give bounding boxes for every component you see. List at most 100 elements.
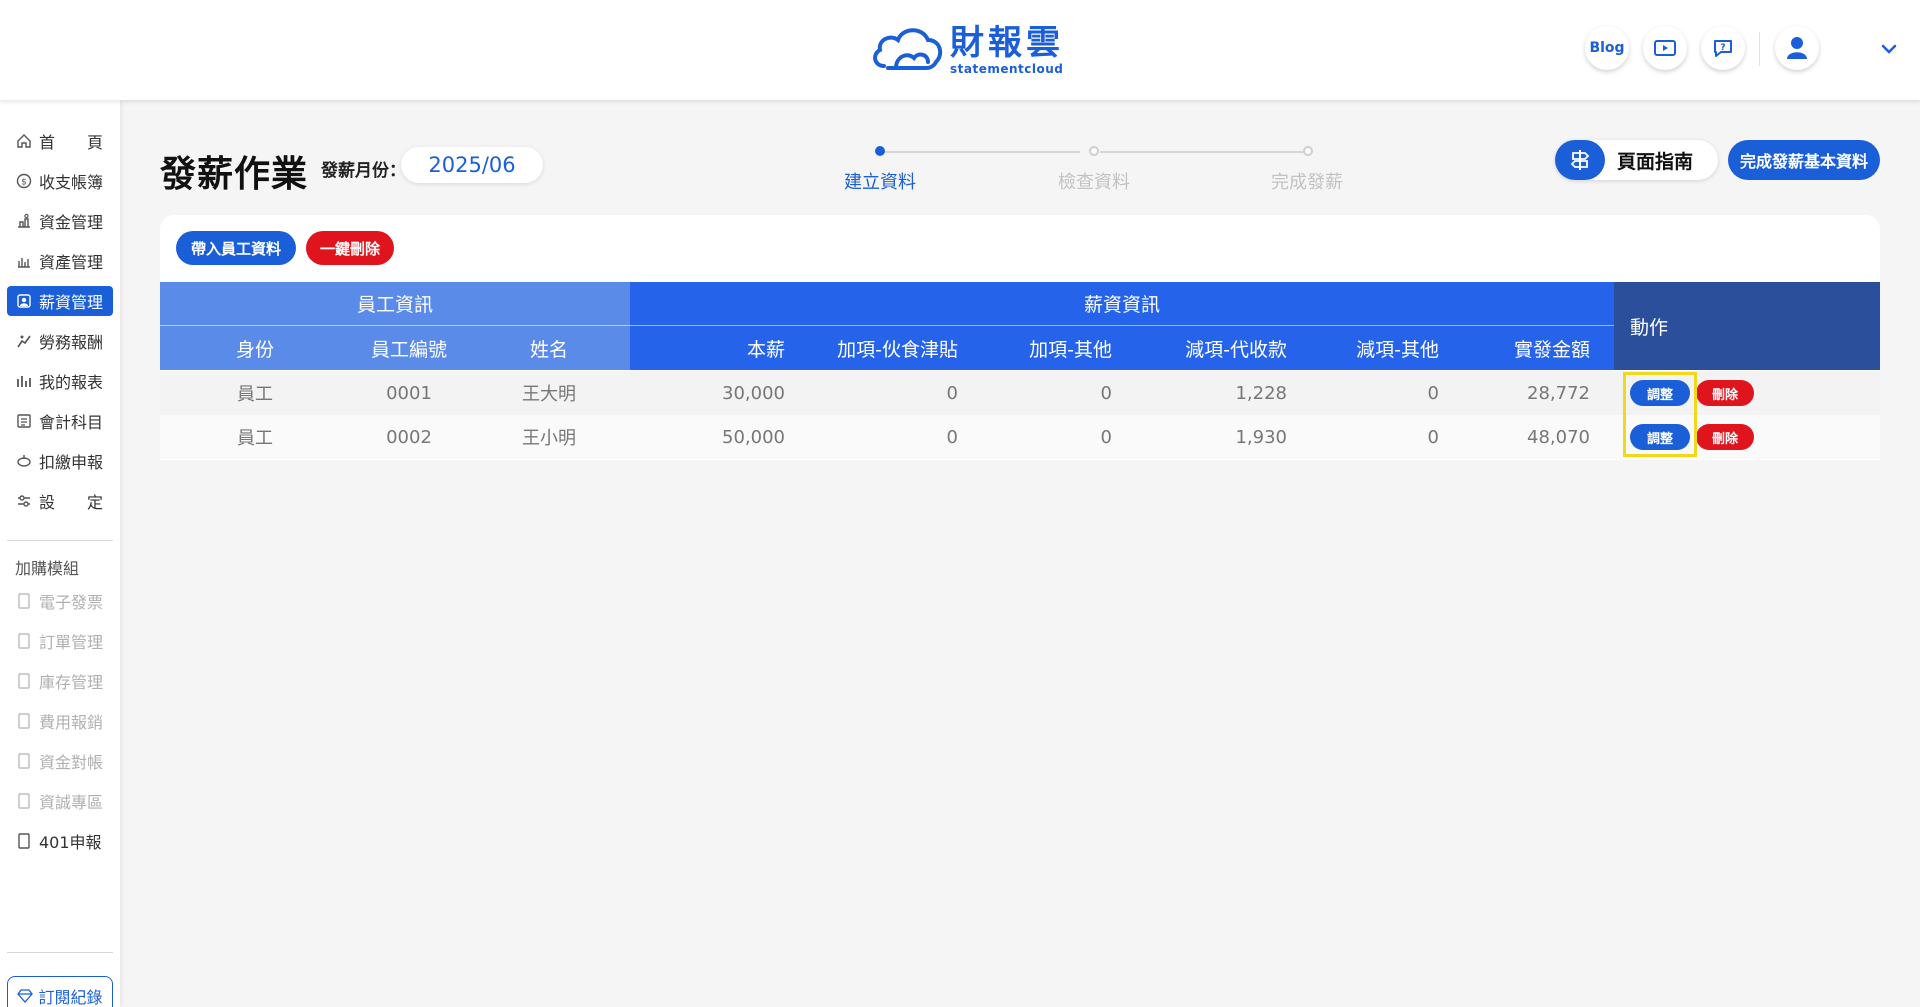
cell-base-salary: 50,000 [722,426,785,448]
home-icon [15,132,33,150]
report-icon [15,372,33,390]
sidebar-item-report[interactable]: 我的報表 [7,366,113,396]
account-icon [15,412,33,430]
step-dot-2 [1089,146,1099,156]
ledger-icon: $ [15,172,33,190]
book-icon [15,712,33,730]
labor-icon [15,332,33,350]
top-bar: 財報雲 statementcloud Blog ? [0,0,1920,100]
chevron-down-icon[interactable] [1880,40,1898,58]
header-divider [1759,32,1760,66]
book-icon [15,592,33,610]
sidebar-item-withholding[interactable]: 扣繳申報 [7,446,113,476]
step-label-create: 建立資料 [844,172,916,193]
step-connector [884,151,1080,153]
sidebar-item-payroll[interactable]: 薪資管理 [7,286,113,316]
delete-row-button[interactable]: 刪除 [1696,424,1754,450]
delete-label: 刪除 [1711,431,1738,447]
cell-meal-allowance: 0 [946,382,958,404]
cell-name: 王大明 [522,384,576,405]
highlight-box [1623,372,1697,457]
month-label: 發薪月份： [321,161,406,181]
sidebar-item-label: 扣繳申報 [39,453,104,472]
svg-text:$: $ [21,178,27,188]
cell-base-salary: 30,000 [722,382,785,404]
chat-question-icon: ? [1714,40,1732,57]
step-dot-1 [875,146,885,156]
sidebar-item-expense[interactable]: 費用報銷 [7,706,113,736]
table-row: 員工 0002 王小明 50,000 0 0 1,930 0 48,070 調整… [160,415,1880,459]
sidebar-item-asset[interactable]: 資產管理 [7,246,113,276]
sidebar-item-labor[interactable]: 勞務報酬 [7,326,113,356]
sidebar-item-ledger[interactable]: $ 收支帳簿 [7,166,113,196]
sidebar: 首 頁 $ 收支帳簿 資金管理 資產管理 薪資管理 勞務報酬 我的報表 會計科目… [0,100,120,1007]
cell-role: 員工 [237,428,273,449]
sidebar-item-einvoice[interactable]: 電子發票 [7,586,113,616]
column-header-name: 姓名 [529,338,568,361]
column-header-base-salary: 本薪 [746,338,785,361]
logo[interactable]: 財報雲 statementcloud [870,22,1064,78]
sidebar-item-label: 我的報表 [39,373,104,392]
book-icon [15,632,33,650]
user-avatar-button[interactable] [1775,26,1819,70]
month-value: 2025/06 [428,153,516,177]
cell-deduction-collection: 1,930 [1235,426,1287,448]
delete-row-button[interactable]: 刪除 [1696,380,1754,406]
sidebar-item-label: 勞務報酬 [39,333,104,352]
sidebar-item-home[interactable]: 首 頁 [7,126,113,156]
page-guide-button[interactable]: 頁面指南 [1555,140,1718,180]
sidebar-item-label: 資金管理 [39,213,104,232]
sidebar-item-fund[interactable]: 資金管理 [7,206,113,236]
sidebar-item-orders[interactable]: 訂單管理 [7,626,113,656]
table-row: 員工 0001 王大明 30,000 0 0 1,228 0 28,772 調整… [160,371,1880,415]
sidebar-item-reconcile[interactable]: 資金對帳 [7,746,113,776]
delete-all-button[interactable]: 一鍵刪除 [306,231,394,265]
subscription-record-button[interactable]: 訂閱紀錄 [7,976,113,1007]
month-selector[interactable]: 2025/06 [401,147,543,183]
sidebar-item-inventory[interactable]: 庫存管理 [7,666,113,696]
sidebar-item-label: 會計科目 [39,413,104,432]
column-header-net-pay: 實發金額 [1513,338,1590,361]
blog-button[interactable]: Blog [1585,26,1629,70]
cell-name: 王小明 [522,428,576,449]
sidebar-item-401[interactable]: 401申報 [7,826,113,856]
import-employee-button[interactable]: 帶入員工資料 [176,231,296,265]
cell-net-pay: 28,772 [1527,382,1590,404]
step-label-check: 檢查資料 [1058,172,1130,193]
logo-title: 財報雲 [950,23,1064,63]
user-icon [1787,37,1807,59]
sidebar-divider [7,540,113,541]
cell-net-pay: 48,070 [1527,426,1590,448]
finish-basic-data-button[interactable]: 完成發薪基本資料 [1728,140,1880,180]
sidebar-item-label: 資誠專區 [39,793,104,812]
help-chat-button[interactable]: ? [1701,26,1745,70]
cloud-logo-icon [873,28,943,70]
sidebar-item-label: 庫存管理 [39,673,104,692]
cell-deduction-collection: 1,228 [1235,382,1287,404]
cell-employee-id: 0002 [386,426,432,448]
sidebar-item-label: 設 定 [39,493,104,512]
cell-role: 員工 [237,384,273,405]
column-header-meal-allowance: 加項-伙食津貼 [837,338,958,361]
sidebar-item-label: 訂單管理 [39,633,104,652]
page-guide-label: 頁面指南 [1617,150,1694,173]
addon-section-title: 加購模組 [15,559,80,578]
blog-label: Blog [1589,40,1625,56]
sidebar-item-label: 資產管理 [39,253,104,272]
sidebar-item-account[interactable]: 會計科目 [7,406,113,436]
payroll-icon [15,292,33,310]
book-icon [15,792,33,810]
column-header-addition-other: 加項-其他 [1029,338,1112,361]
header-group-employee: 員工資訊 [356,294,433,316]
video-tutorial-button[interactable] [1643,26,1687,70]
sidebar-item-label: 資金對帳 [39,753,104,772]
sidebar-item-label: 電子發票 [39,593,104,612]
sidebar-item-label: 薪資管理 [39,293,104,312]
logo-subtitle: statementcloud [950,62,1064,76]
page-title: 發薪作業 [160,154,309,195]
withholding-icon [15,452,33,470]
sidebar-item-pwc[interactable]: 資誠專區 [7,786,113,816]
sidebar-item-label: 費用報銷 [39,713,104,732]
header-group-salary: 薪資資訊 [1083,294,1160,316]
sidebar-item-settings[interactable]: 設 定 [7,486,113,516]
